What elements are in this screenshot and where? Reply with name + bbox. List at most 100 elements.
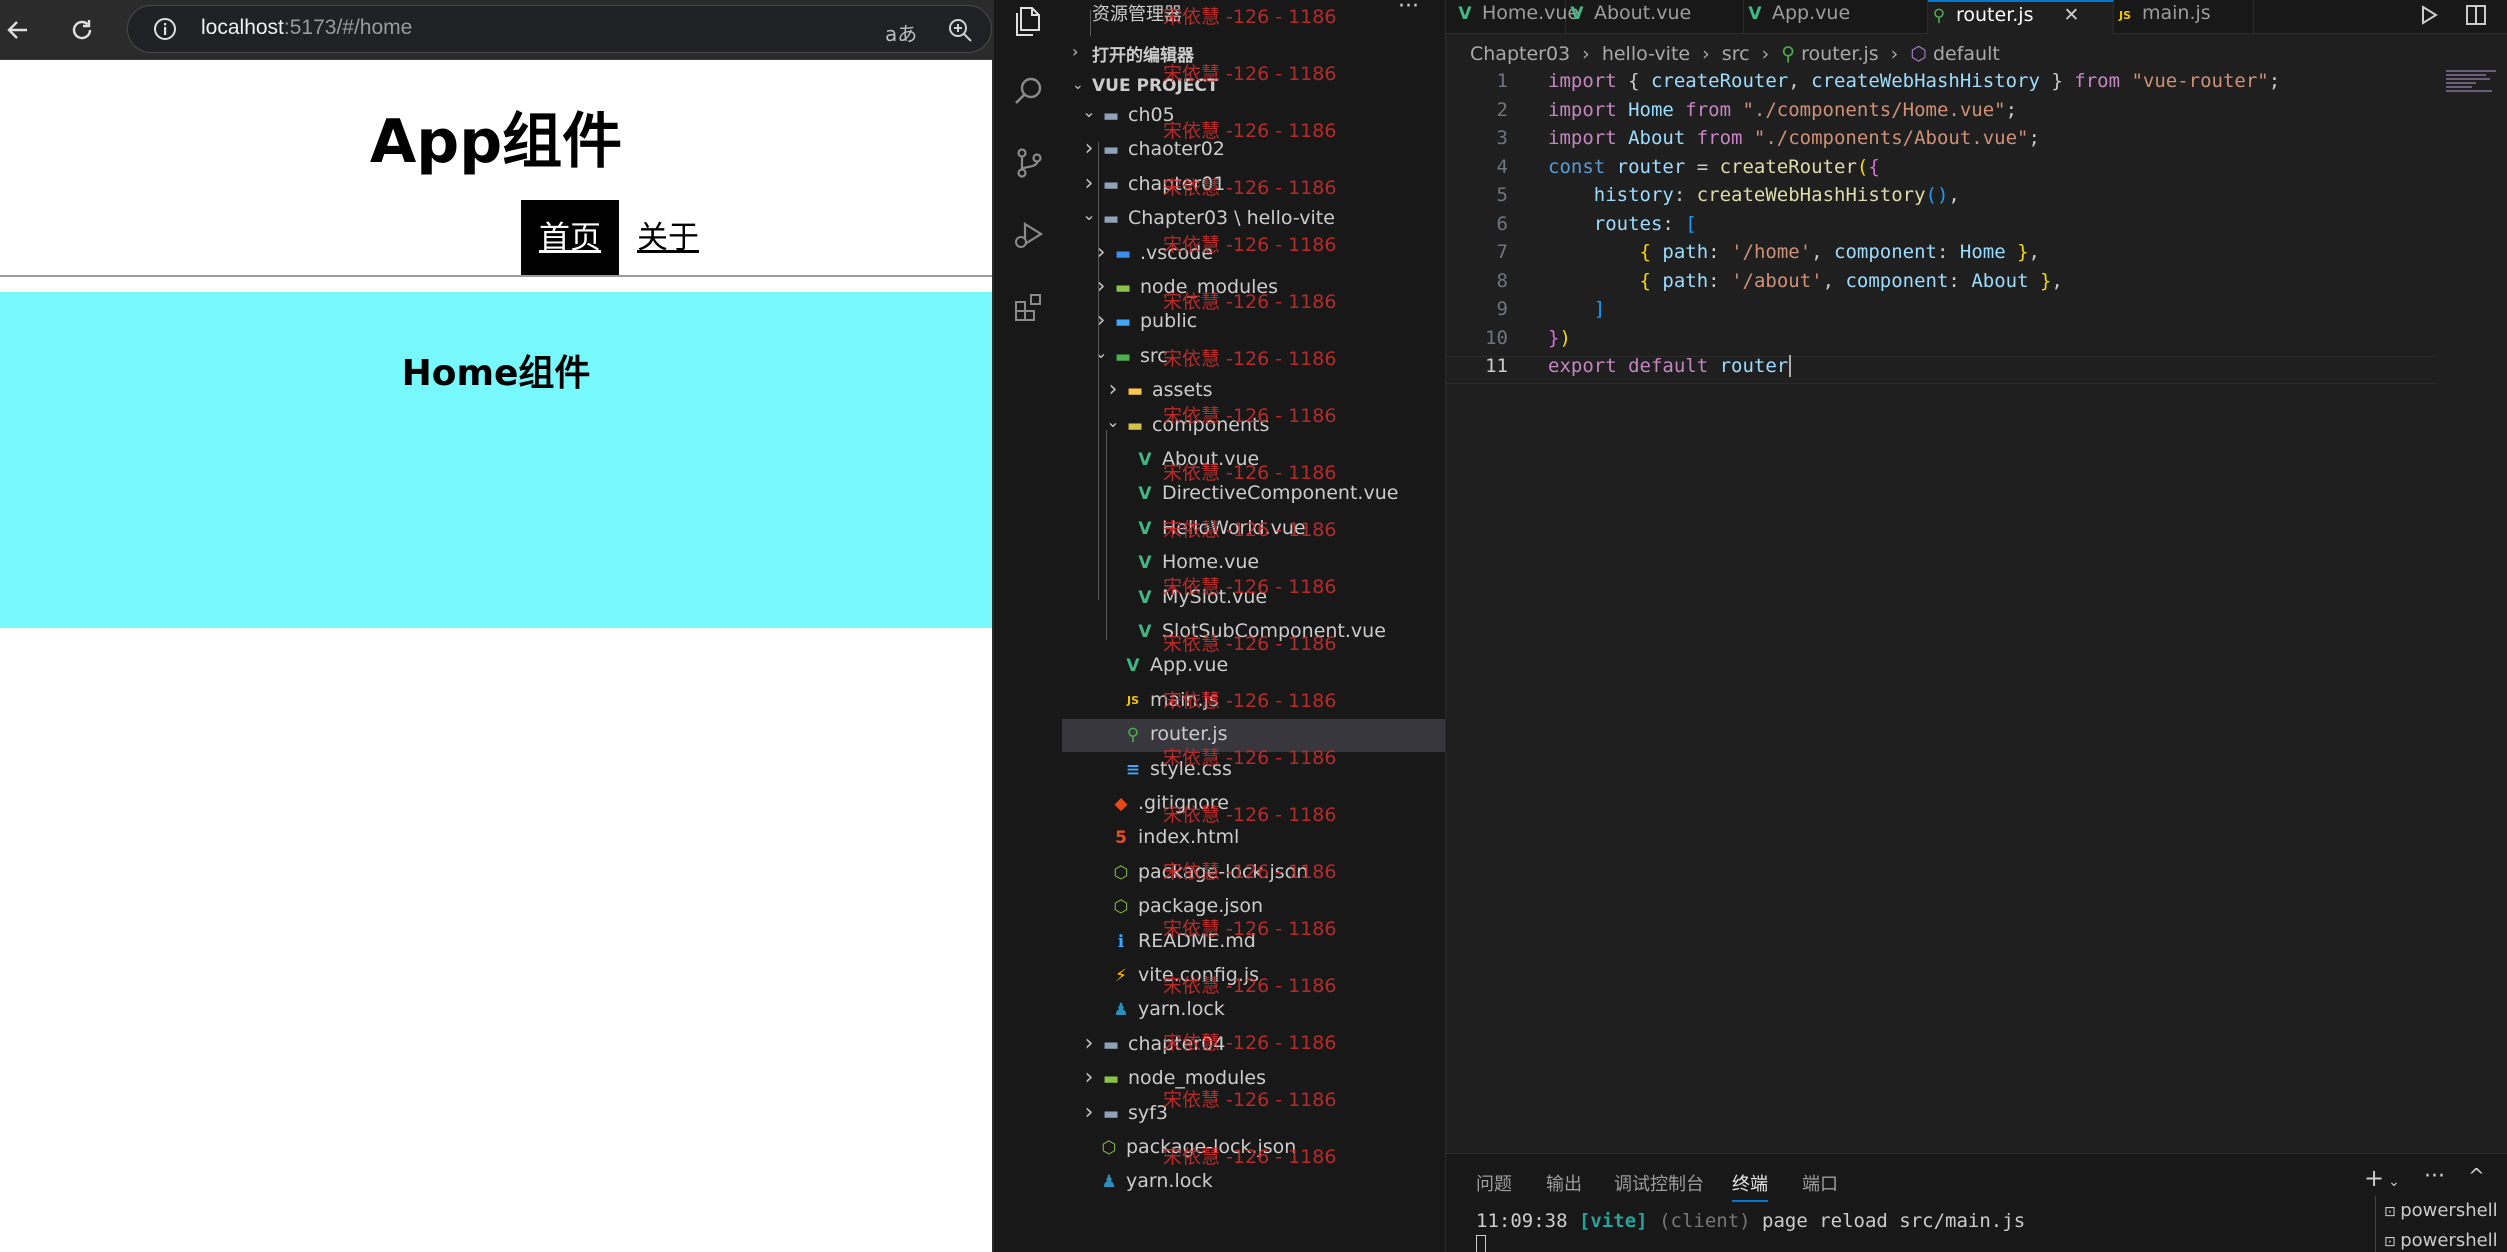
breadcrumb-item[interactable]: router.js [1801, 43, 1878, 65]
code-line[interactable]: { path: '/about', component: About }, [1548, 270, 2063, 292]
tree-item[interactable]: V HelloWorld.vue [1062, 513, 1445, 546]
split-editor-icon[interactable] [2465, 4, 2487, 30]
tree-item[interactable]: ⬡ package-lock.json [1062, 857, 1445, 890]
tree-item[interactable]: › ▬ public [1062, 306, 1445, 339]
tree-item[interactable]: › ▬ syf3 [1062, 1098, 1445, 1131]
code-line[interactable]: routes: [ [1548, 213, 1697, 235]
tree-item[interactable]: › ▬ assets [1062, 375, 1445, 408]
code-line[interactable]: const router = createRouter({ [1548, 156, 1880, 178]
code-line[interactable]: import Home from "./components/Home.vue"… [1548, 99, 2017, 121]
close-icon[interactable]: ✕ [2063, 4, 2079, 26]
tree-item[interactable]: ⌄ ▬ components [1062, 410, 1445, 443]
chevron-right-icon[interactable]: › [1080, 1067, 1098, 1089]
breadcrumb-item[interactable]: default [1933, 43, 2000, 65]
tab-about-vue[interactable]: V About.vue [1566, 0, 1744, 34]
tree-item[interactable]: V DirectiveComponent.vue [1062, 478, 1445, 511]
tab-app-vue[interactable]: V App.vue [1744, 0, 1928, 34]
tree-item[interactable]: 5 index.html [1062, 822, 1445, 855]
extensions-icon[interactable] [1008, 286, 1050, 328]
maximize-panel-icon[interactable]: ^ [2468, 1164, 2485, 1188]
tree-item[interactable]: ≡ style.css [1062, 754, 1445, 787]
breadcrumb-item[interactable]: src [1722, 43, 1750, 65]
chevron-right-icon[interactable]: › [1092, 276, 1110, 298]
code-editor[interactable]: 1 import { createRouter, createWebHashHis… [1446, 70, 2507, 1150]
reload-icon[interactable] [66, 14, 98, 46]
panel-tab[interactable]: 终端 [1732, 1170, 1768, 1202]
chevron-down-icon[interactable]: ⌄ [1080, 207, 1098, 229]
panel-tab[interactable]: 问题 [1476, 1170, 1512, 1196]
code-line[interactable]: ] [1548, 298, 1605, 320]
tree-item[interactable]: V App.vue [1062, 650, 1445, 683]
tree-item[interactable]: ⬡ package.json [1062, 891, 1445, 924]
site-info-icon[interactable] [152, 16, 178, 46]
tree-item[interactable]: › ▬ node_modules [1062, 272, 1445, 305]
chevron-right-icon[interactable]: › [1092, 241, 1110, 264]
tree-item[interactable]: ⌄ ▬ Chapter03 \ hello-vite [1062, 203, 1445, 236]
tree-item[interactable]: ⬡ package-lock.json [1062, 1132, 1445, 1165]
tab-home-vue[interactable]: V Home.vue [1454, 0, 1579, 34]
tree-item[interactable]: › ▬ chapter01 [1062, 169, 1445, 202]
tree-item[interactable]: › ▬ node_modules [1062, 1063, 1445, 1096]
chevron-down-icon[interactable]: ⌄ [1080, 104, 1098, 126]
tab-main-js[interactable]: JS main.js [2114, 0, 2254, 34]
more-actions-icon[interactable]: ··· [1398, 0, 1419, 19]
code-line[interactable]: import { createRouter, createWebHashHist… [1548, 70, 2280, 92]
tab-router-js[interactable]: ⚲ router.js ✕ [1928, 0, 2114, 34]
panel-tab[interactable]: 端口 [1802, 1170, 1838, 1196]
tree-item[interactable]: ◆ .gitignore [1062, 788, 1445, 821]
chevron-right-icon[interactable]: › [1092, 310, 1110, 332]
new-terminal-icon[interactable]: + ⌄ [2364, 1164, 2400, 1192]
code-line[interactable]: export default router [1548, 355, 1792, 377]
chevron-down-icon[interactable]: ⌄ [1092, 344, 1110, 367]
tree-item[interactable]: V Home.vue [1062, 547, 1445, 580]
back-arrow-icon[interactable] [2, 14, 34, 46]
chevron-right-icon[interactable]: › [1080, 1101, 1098, 1124]
read-aloud-icon[interactable]: aあ [885, 18, 917, 47]
chevron-right-icon[interactable]: › [1072, 42, 1078, 61]
tree-item[interactable]: V SlotSubComponent.vue [1062, 616, 1445, 649]
tree-item[interactable]: ⚲ router.js [1062, 719, 1445, 753]
open-editors-header[interactable]: 打开的编辑器 [1092, 41, 1194, 66]
search-icon[interactable] [1008, 70, 1050, 112]
breadcrumb-item[interactable]: hello-vite [1602, 43, 1690, 65]
run-debug-icon[interactable] [1008, 214, 1050, 256]
code-line[interactable]: { path: '/home', component: Home }, [1548, 241, 2040, 263]
tree-item[interactable]: JS main.js [1062, 685, 1445, 718]
chevron-right-icon[interactable]: › [1080, 172, 1098, 195]
tree-item[interactable]: V About.vue [1062, 444, 1445, 477]
terminal-item[interactable]: ⊡ powershell [2375, 1226, 2507, 1252]
breadcrumb-item[interactable]: Chapter03 [1470, 43, 1570, 65]
code-line[interactable]: history: createWebHashHistory(), [1548, 184, 1960, 206]
tree-item[interactable]: V MySlot.vue [1062, 582, 1445, 615]
code-line[interactable]: import About from "./components/About.vu… [1548, 127, 2040, 149]
address-bar[interactable]: localhost:5173/#/home aあ [127, 5, 992, 53]
chevron-down-icon[interactable]: ⌄ [1072, 77, 1084, 93]
chevron-right-icon[interactable]: › [1080, 1032, 1098, 1055]
minimap[interactable] [2446, 68, 2507, 98]
tree-item[interactable]: ♟ yarn.lock [1062, 1166, 1445, 1199]
tree-item[interactable]: › ▬ chaoter02 [1062, 134, 1445, 167]
chevron-right-icon[interactable]: › [1104, 379, 1122, 401]
panel-tab[interactable]: 输出 [1546, 1170, 1582, 1196]
source-control-icon[interactable] [1008, 142, 1050, 184]
url-text[interactable]: localhost:5173/#/home [201, 16, 412, 40]
zoom-icon[interactable] [946, 16, 974, 48]
tree-item[interactable]: › ▬ chapter04 [1062, 1029, 1445, 1062]
terminal-item[interactable]: ⊡ powershell [2375, 1196, 2507, 1226]
explorer-icon[interactable] [1008, 0, 1050, 42]
tree-item[interactable]: › ▬ .vscode [1062, 238, 1445, 271]
nav-link-home[interactable]: 首页 [521, 200, 619, 277]
tree-item[interactable]: ℹ README.md [1062, 926, 1445, 959]
terminal-output[interactable]: 11:09:38 [vite] (client) page reload src… [1476, 1210, 2025, 1252]
chevron-right-icon[interactable]: › [1080, 138, 1098, 160]
tree-item[interactable]: ⌄ ▬ ch05 [1062, 100, 1445, 133]
code-line[interactable]: }) [1548, 327, 1571, 349]
panel-tab[interactable]: 调试控制台 [1614, 1170, 1704, 1196]
project-header[interactable]: VUE PROJECT [1092, 76, 1219, 96]
nav-link-about[interactable]: 关于 [619, 200, 717, 277]
run-icon[interactable] [2418, 4, 2440, 30]
more-actions-icon[interactable]: ··· [2424, 1164, 2445, 1189]
tree-item[interactable]: ⚡ vite.config.js [1062, 960, 1445, 993]
tree-item[interactable]: ⌄ ▬ src [1062, 341, 1445, 374]
tree-item[interactable]: ♟ yarn.lock [1062, 994, 1445, 1027]
